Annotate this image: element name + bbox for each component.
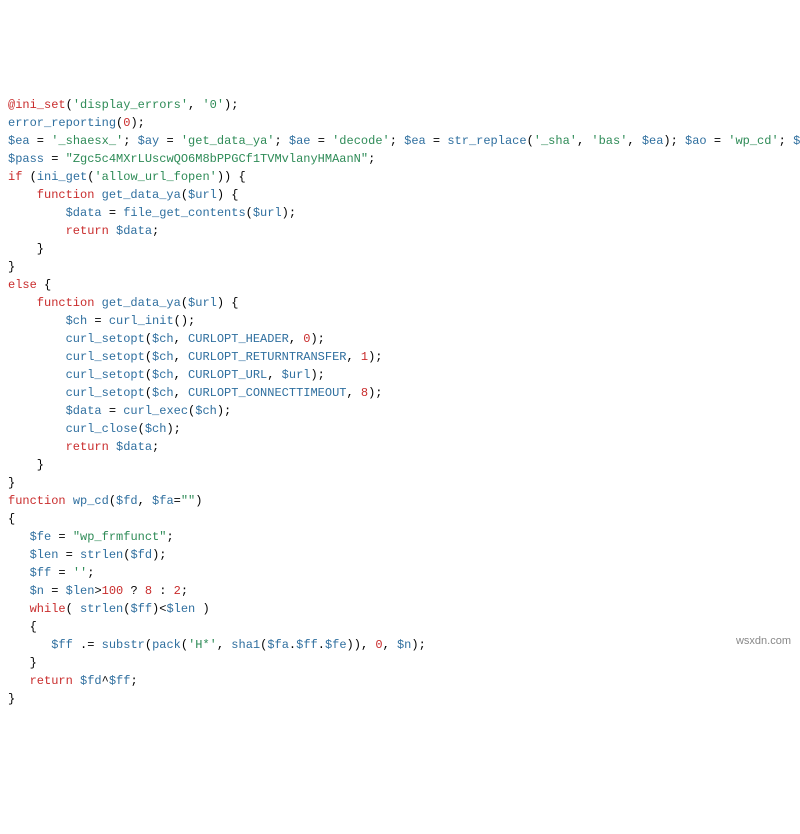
watermark: wsxdn.com (733, 631, 794, 651)
fn: @ini_set (8, 98, 66, 112)
code-block: @ini_set('display_errors', '0'); error_r… (8, 78, 792, 708)
